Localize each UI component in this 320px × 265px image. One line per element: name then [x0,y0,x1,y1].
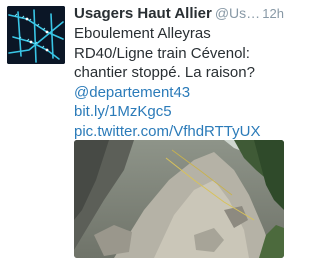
tweet-header: Usagers Haut Allier @Us… 12h [74,5,288,25]
pic-link[interactable]: pic.twitter.com/VfhdRTTyUX [74,122,288,142]
tweet-photo[interactable] [74,140,284,258]
tweet-timestamp[interactable]: 12h [262,6,284,21]
short-link[interactable]: bit.ly/1MzKgc5 [74,102,288,122]
tweet-text-line: Eboulement Alleyras [74,25,211,42]
rockfall-photo [74,140,284,258]
mention-link[interactable]: @departement43 [74,83,288,103]
author-handle[interactable]: @Us… [215,5,260,21]
avatar-rail-map-icon [7,6,65,64]
tweet-text-line: chantier stoppé. La raison? [74,64,255,81]
tweet-text: Eboulement Alleyras RD40/Ligne train Cév… [74,24,288,141]
avatar[interactable] [7,6,65,64]
author-name[interactable]: Usagers Haut Allier [74,5,212,22]
tweet: Usagers Haut Allier @Us… 12h Eboulement A… [0,0,294,265]
tweet-text-line: RD40/Ligne train Cévenol: [74,44,250,62]
